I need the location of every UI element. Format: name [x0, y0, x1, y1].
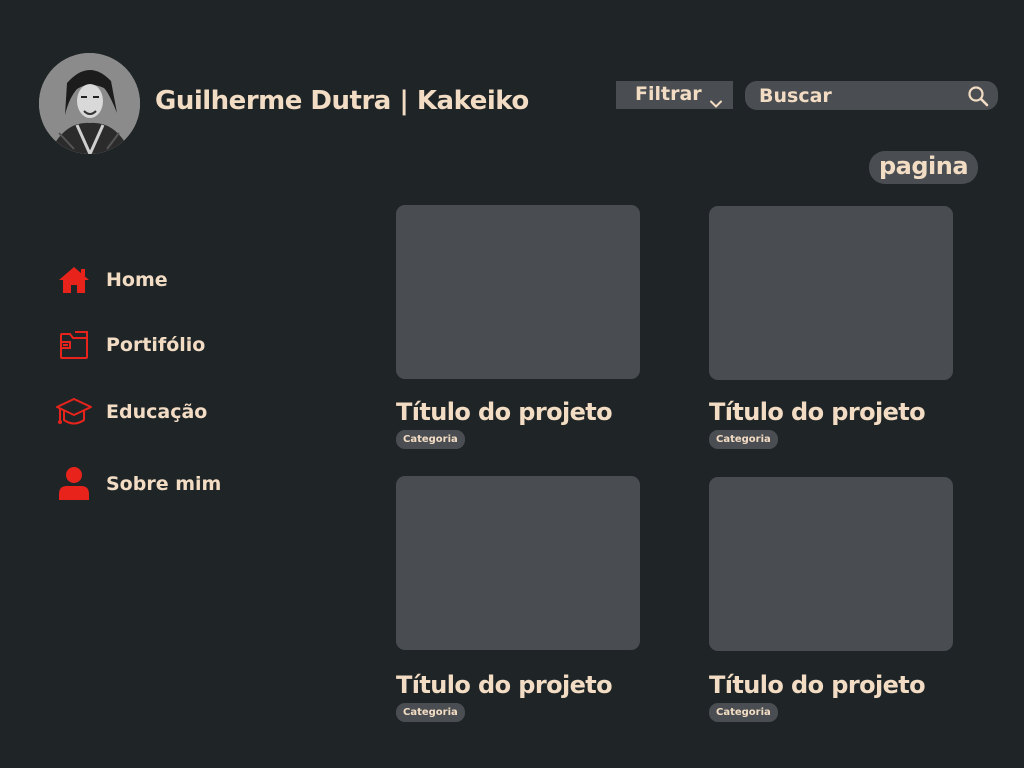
avatar[interactable]: [39, 53, 140, 154]
folder-icon: [55, 327, 93, 363]
site-title: Guilherme Dutra | Kakeiko: [155, 86, 529, 116]
project-title[interactable]: Título do projeto: [709, 670, 953, 700]
search-icon[interactable]: [967, 85, 989, 111]
search-input[interactable]: [759, 81, 959, 110]
sidebar-item-label: Sobre mim: [106, 473, 222, 495]
project-card[interactable]: Título do projeto Categoria: [709, 477, 953, 722]
portfolio-page: Guilherme Dutra | Kakeiko Filtrar pagina…: [0, 0, 1024, 768]
user-icon: [55, 466, 93, 502]
sidebar-item-home[interactable]: Home: [55, 260, 168, 300]
page-indicator[interactable]: pagina: [869, 151, 978, 184]
project-card[interactable]: Título do projeto Categoria: [709, 206, 953, 449]
category-badge: Categoria: [396, 430, 465, 449]
sidebar-item-about[interactable]: Sobre mim: [55, 464, 221, 504]
search-bar: [745, 81, 998, 110]
project-card[interactable]: Título do projeto Categoria: [396, 476, 640, 722]
project-title[interactable]: Título do projeto: [396, 397, 640, 427]
graduation-cap-icon: [55, 394, 93, 430]
filter-button[interactable]: Filtrar: [616, 81, 733, 109]
project-thumbnail[interactable]: [396, 205, 640, 379]
category-badge: Categoria: [709, 430, 778, 449]
project-card[interactable]: Título do projeto Categoria: [396, 205, 640, 449]
project-thumbnail[interactable]: [709, 477, 953, 651]
home-icon: [55, 262, 93, 298]
chevron-down-icon: [710, 90, 722, 116]
category-badge: Categoria: [396, 703, 465, 722]
sidebar-item-label: Portifólio: [106, 334, 206, 356]
filter-label: Filtrar: [635, 83, 702, 105]
sidebar-item-education[interactable]: Educação: [55, 392, 207, 432]
project-thumbnail[interactable]: [709, 206, 953, 380]
sidebar-item-label: Educação: [106, 401, 208, 423]
project-title[interactable]: Título do projeto: [396, 670, 640, 700]
category-badge: Categoria: [709, 703, 778, 722]
project-thumbnail[interactable]: [396, 476, 640, 650]
sidebar-item-portfolio[interactable]: Portifólio: [55, 325, 205, 365]
project-title[interactable]: Título do projeto: [709, 397, 953, 427]
sidebar-item-label: Home: [106, 269, 168, 291]
